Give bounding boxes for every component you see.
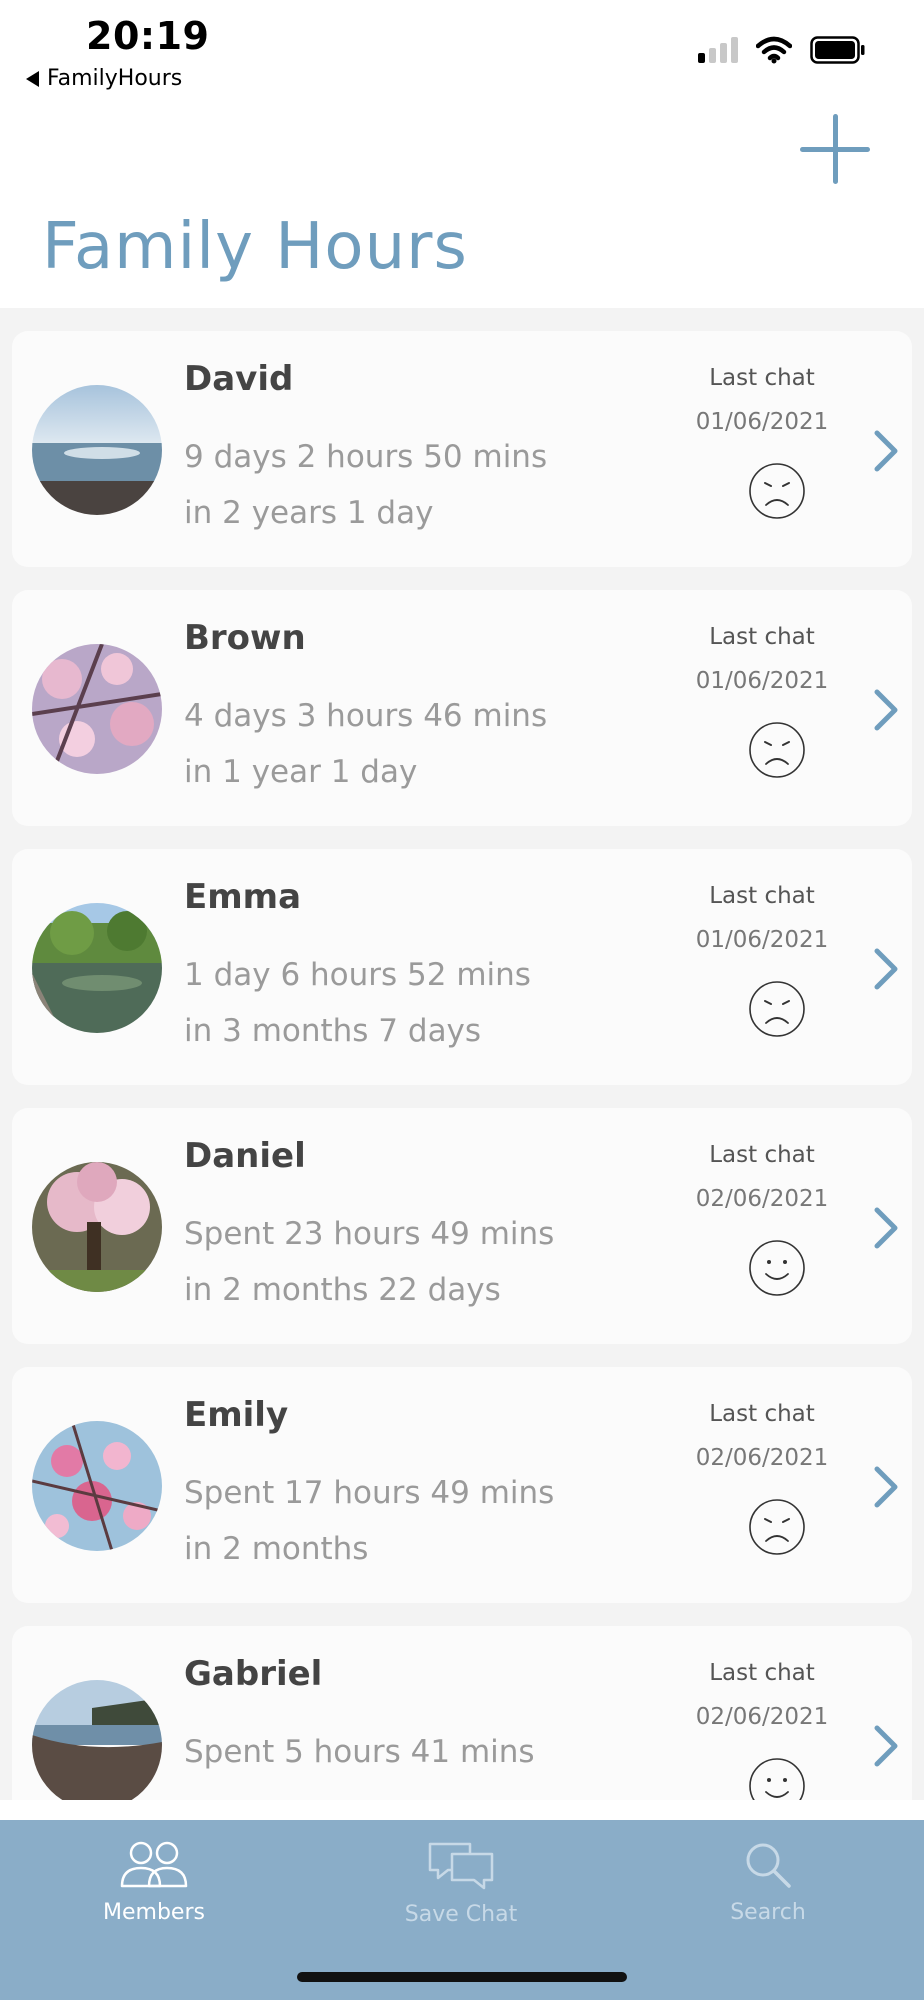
member-name: David (184, 359, 294, 399)
chevron-right-icon[interactable] (872, 429, 900, 473)
happy-face-icon (749, 1240, 805, 1296)
status-time: 20:19 (86, 14, 210, 58)
home-indicator[interactable] (297, 1972, 627, 1982)
happy-face-icon (749, 1758, 805, 1800)
member-name: Emma (184, 877, 302, 917)
avatar (32, 644, 162, 774)
last-chat-label: Last chat (709, 1401, 815, 1427)
sad-face-icon (749, 981, 805, 1037)
time-period: in 1 year 1 day (184, 754, 418, 790)
time-period: in 2 months 22 days (184, 1272, 501, 1308)
last-chat-label: Last chat (709, 1660, 815, 1686)
chat-bubbles-icon (428, 1842, 494, 1890)
member-card[interactable]: Brown 4 days 3 hours 46 mins in 1 year 1… (12, 590, 912, 826)
avatar (32, 385, 162, 515)
back-app-label: FamilyHours (47, 66, 183, 91)
last-chat-date: 02/06/2021 (695, 1186, 829, 1212)
sad-face-icon (749, 463, 805, 519)
chevron-right-icon[interactable] (872, 1465, 900, 1509)
member-card[interactable]: David 9 days 2 hours 50 mins in 2 years … (12, 331, 912, 567)
wifi-icon (756, 36, 792, 64)
back-to-app-link[interactable]: FamilyHours (26, 66, 182, 91)
time-period: in 2 years 1 day (184, 495, 434, 531)
chevron-right-icon[interactable] (872, 1206, 900, 1250)
time-period: in 2 months (184, 1531, 369, 1567)
page-title: Family Hours (42, 210, 468, 284)
member-name: Emily (184, 1395, 289, 1435)
last-chat-label: Last chat (709, 624, 815, 650)
tab-members[interactable]: Members (54, 1840, 254, 1950)
tab-search[interactable]: Search (668, 1840, 868, 1950)
time-spent: 4 days 3 hours 46 mins (184, 698, 548, 734)
last-chat-label: Last chat (709, 365, 815, 391)
avatar (32, 1421, 162, 1551)
time-period: in 3 months 7 days (184, 1013, 482, 1049)
last-chat-date: 02/06/2021 (695, 1445, 829, 1471)
time-spent: Spent 17 hours 49 mins (184, 1475, 555, 1511)
sad-face-icon (749, 722, 805, 778)
member-name: Daniel (184, 1136, 306, 1176)
time-spent: Spent 23 hours 49 mins (184, 1216, 555, 1252)
add-member-button[interactable] (798, 112, 872, 186)
back-triangle-icon (26, 70, 39, 87)
last-chat-date: 02/06/2021 (695, 1704, 829, 1730)
status-icons (698, 36, 866, 64)
last-chat-date: 01/06/2021 (695, 668, 829, 694)
last-chat-label: Last chat (709, 883, 815, 909)
time-spent: 1 day 6 hours 52 mins (184, 957, 531, 993)
member-card[interactable]: Emma 1 day 6 hours 52 mins in 3 months 7… (12, 849, 912, 1085)
chevron-right-icon[interactable] (872, 688, 900, 732)
avatar (32, 1162, 162, 1292)
avatar (32, 903, 162, 1033)
battery-icon (810, 36, 865, 64)
members-icon (120, 1841, 188, 1888)
time-spent: 9 days 2 hours 50 mins (184, 439, 548, 475)
member-card[interactable]: Daniel Spent 23 hours 49 mins in 2 month… (12, 1108, 912, 1344)
members-list[interactable]: David 9 days 2 hours 50 mins in 2 years … (0, 308, 924, 1800)
tab-save-chat[interactable]: Save Chat (361, 1840, 561, 1950)
chevron-right-icon[interactable] (872, 947, 900, 991)
member-card[interactable]: Gabriel Spent 5 hours 41 mins Last chat … (12, 1626, 912, 1800)
tab-label: Members (103, 1900, 205, 1925)
member-name: Brown (184, 618, 306, 658)
chevron-right-icon[interactable] (872, 1724, 900, 1768)
search-icon (746, 1843, 791, 1888)
tab-label: Save Chat (404, 1902, 518, 1927)
sad-face-icon (749, 1499, 805, 1555)
avatar (32, 1680, 162, 1800)
cellular-signal-icon (698, 37, 738, 63)
status-bar: 20:19 FamilyHours (0, 0, 924, 100)
last-chat-date: 01/06/2021 (695, 409, 829, 435)
member-name: Gabriel (184, 1654, 323, 1694)
tab-label: Search (730, 1900, 806, 1925)
last-chat-label: Last chat (709, 1142, 815, 1168)
last-chat-date: 01/06/2021 (695, 927, 829, 953)
member-card[interactable]: Emily Spent 17 hours 49 mins in 2 months… (12, 1367, 912, 1603)
time-spent: Spent 5 hours 41 mins (184, 1734, 535, 1770)
